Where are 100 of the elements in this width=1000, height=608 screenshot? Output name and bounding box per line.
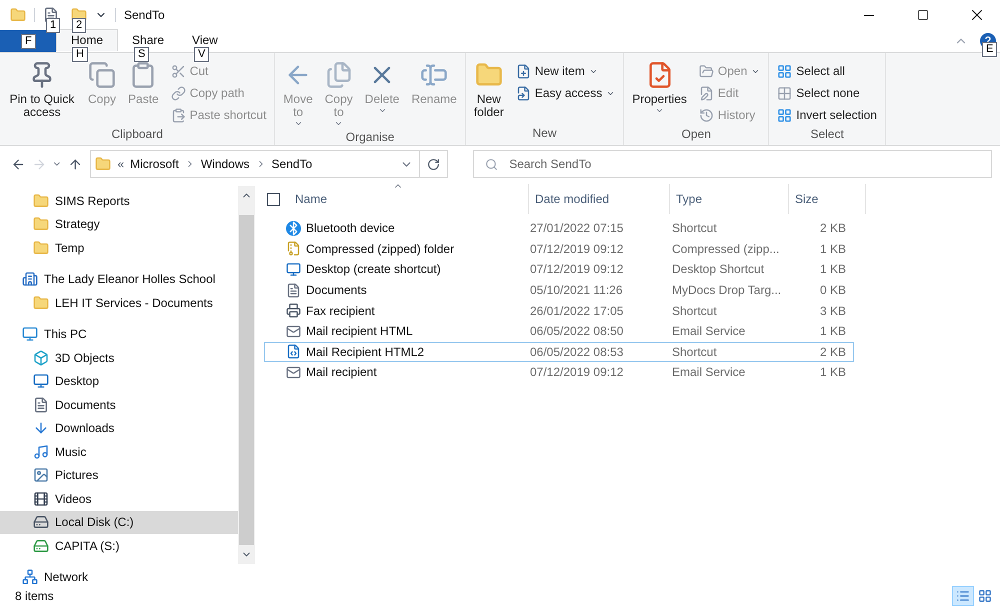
- copy-icon: [88, 61, 116, 89]
- nav-item[interactable]: Downloads: [0, 416, 238, 440]
- file-row[interactable]: Mail recipient 07/12/2019 09:12 Email Service 1 KB: [264, 362, 854, 383]
- nav-item[interactable]: The Lady Eleanor Holles School: [0, 268, 238, 291]
- nav-item[interactable]: 3D Objects: [0, 346, 238, 370]
- keytip: S: [134, 47, 150, 62]
- file-plus-icon: [516, 64, 531, 78]
- caret-icon: [334, 119, 344, 128]
- nav-item[interactable]: SIMS Reports: [0, 189, 238, 212]
- scrollbar-thumb[interactable]: [239, 215, 254, 545]
- file-row[interactable]: Fax recipient 26/01/2022 17:05 Shortcut 3 KB: [264, 300, 854, 321]
- file-row[interactable]: Mail Recipient HTML2 06/05/2022 08:53 Shortcut 2 KB: [264, 342, 854, 362]
- keytip: 1: [46, 18, 60, 33]
- maximize-icon: [917, 9, 929, 21]
- keytip: F: [21, 34, 36, 49]
- nav-item[interactable]: LEH IT Services - Documents: [0, 291, 238, 314]
- refresh-icon: [427, 158, 440, 170]
- type-cell-text: Compressed (zipp...: [672, 240, 780, 258]
- type-cell-text: Shortcut: [672, 302, 718, 320]
- file-row[interactable]: Mail recipient HTML 06/05/2022 08:50 Email Service 1 KB: [264, 320, 854, 342]
- file-row[interactable]: Desktop (create shortcut) 07/12/2019 09:12 Desktop Shortcut 1 KB: [264, 259, 854, 280]
- file-name: Mail recipient HTML: [306, 323, 413, 340]
- back-icon[interactable]: [11, 156, 26, 172]
- breadcrumb[interactable]: Microsoft: [130, 155, 179, 173]
- breadcrumb[interactable]: SendTo: [272, 155, 312, 173]
- download-icon: [33, 420, 49, 436]
- file-link-icon: [516, 86, 531, 100]
- ribbon-button[interactable]: New item: [516, 61, 616, 81]
- history-icon: [698, 108, 714, 122]
- cube-icon: [33, 350, 49, 366]
- date-cell-text: 05/10/2021 11:26: [530, 282, 624, 300]
- up-icon[interactable]: [68, 156, 82, 172]
- keytip: V: [194, 47, 210, 62]
- nav-item[interactable]: Strategy: [0, 212, 238, 236]
- mail-icon: [286, 324, 301, 339]
- type-cell-text: Email Service: [672, 364, 746, 382]
- mail-icon: [286, 364, 301, 380]
- nav-item[interactable]: This PC: [0, 322, 238, 346]
- column-header[interactable]: Name: [289, 184, 529, 214]
- file-row[interactable]: Bluetooth device 27/01/2022 07:15 Shortcut 2 KB: [264, 218, 854, 239]
- group-label: Open: [680, 126, 712, 143]
- nav-item[interactable]: Videos: [0, 487, 238, 510]
- music-icon: [33, 444, 49, 460]
- breadcrumb-overflow[interactable]: «: [117, 155, 124, 173]
- file-icon: [286, 344, 301, 360]
- ribbon-button[interactable]: Properties: [628, 57, 691, 125]
- column-header[interactable]: Size: [789, 184, 866, 214]
- caret-icon: [655, 106, 664, 115]
- document-icon: [33, 396, 49, 413]
- date-cell-text: 06/05/2022 08:50: [530, 323, 624, 340]
- nav-item[interactable]: Local Disk (C:): [0, 510, 238, 534]
- ribbon-button[interactable]: New folder: [470, 57, 508, 124]
- ribbon-button[interactable]: Invert selection: [777, 105, 877, 125]
- nav-item[interactable]: Documents: [0, 393, 238, 416]
- file-row[interactable]: Compressed (zipped) folder 07/12/2019 09:12 Compressed (zipp... 1 KB: [264, 238, 854, 260]
- date-cell-text: 27/01/2022 07:15: [530, 220, 624, 238]
- size-cell-text: 1 KB: [818, 240, 846, 258]
- file-row[interactable]: Documents 05/10/2021 11:26 MyDocs Drop Targ... 0 KB: [264, 280, 854, 300]
- edit-icon: [698, 86, 714, 100]
- type-cell-text: Email Service: [672, 323, 746, 340]
- details-view-button[interactable]: [952, 586, 974, 606]
- nav-item[interactable]: Desktop: [0, 370, 238, 393]
- breadcrumb[interactable]: Windows: [200, 155, 250, 173]
- select-all-icon: [777, 64, 792, 78]
- ribbon-button[interactable]: Select all: [777, 61, 877, 81]
- file-name: Mail Recipient HTML2: [306, 344, 424, 361]
- folder-icon: [33, 240, 49, 256]
- keytip: E: [982, 42, 998, 57]
- network-icon: [22, 569, 38, 584]
- nav-item[interactable]: Music: [0, 440, 238, 464]
- desktop-icon: [286, 262, 301, 277]
- select-all-checkbox[interactable]: [267, 192, 280, 206]
- column-header[interactable]: Date modified: [529, 184, 670, 214]
- document-icon: [286, 282, 301, 298]
- keytip: 2: [72, 18, 86, 33]
- nav-item[interactable]: Temp: [0, 236, 238, 260]
- ribbon-button[interactable]: Easy access: [516, 83, 616, 103]
- folder-icon: [95, 156, 112, 172]
- nav-item[interactable]: CAPITA (S:): [0, 534, 238, 558]
- group-label: Select: [809, 126, 845, 143]
- size-cell-text: 1 KB: [818, 364, 846, 382]
- search-field[interactable]: Search SendTo: [473, 150, 992, 178]
- column-header[interactable]: Type: [670, 184, 789, 214]
- nav-item[interactable]: Network: [0, 566, 238, 584]
- nav-item[interactable]: Pictures: [0, 464, 238, 487]
- type-cell-text: MyDocs Drop Targ...: [672, 282, 782, 300]
- ribbon-tab[interactable]: Home: [56, 28, 118, 50]
- folder-icon: [33, 192, 49, 209]
- size-cell-text: 3 KB: [818, 302, 846, 320]
- grid-icon: [777, 86, 792, 100]
- scrollbar[interactable]: [238, 186, 255, 564]
- date-cell-text: 26/01/2022 17:05: [530, 302, 624, 320]
- address-bar[interactable]: « Microsoft Windows SendTo: [90, 150, 420, 178]
- refresh-button[interactable]: [418, 150, 448, 178]
- folder-icon: [33, 216, 49, 232]
- film-icon: [33, 490, 49, 507]
- drive-icon: [33, 538, 49, 554]
- file-tab[interactable]: F: [0, 30, 56, 52]
- ribbon-button[interactable]: Select none: [777, 83, 877, 103]
- drive-icon: [33, 514, 49, 530]
